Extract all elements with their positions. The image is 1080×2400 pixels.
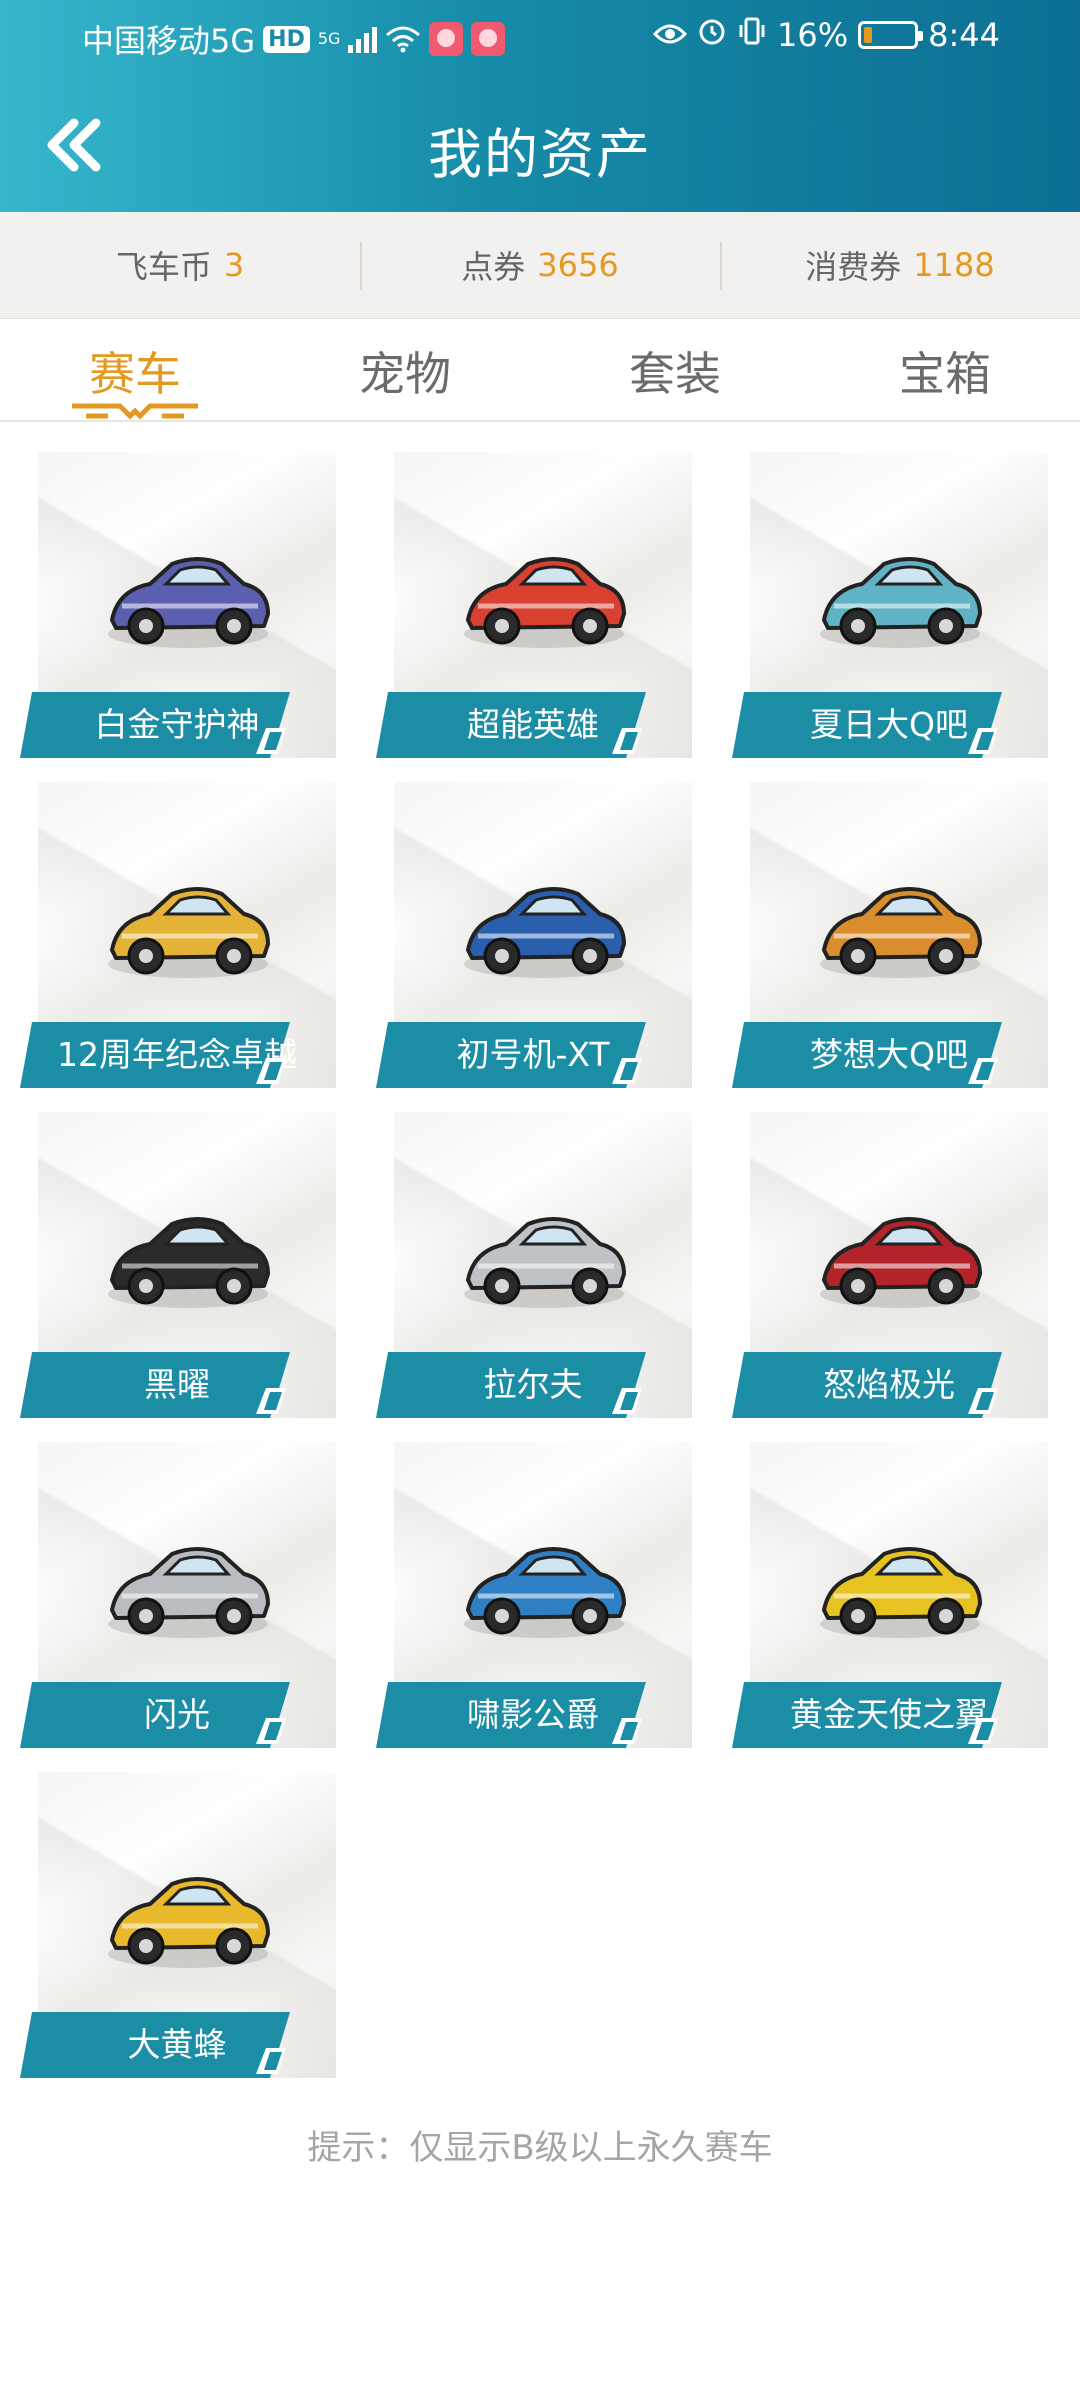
car-card[interactable]: 啸影公爵 (376, 1442, 692, 1752)
currency-feiche-coin: 飞车币 3 (0, 212, 360, 318)
corner-accent-icon (968, 728, 998, 754)
corner-accent-icon (612, 1388, 642, 1414)
hd-badge: HD (263, 25, 310, 53)
currency-value: 3 (223, 246, 245, 284)
hint-text: 提示：仅显示B级以上永久赛车 (307, 2128, 773, 2168)
currency-points: 点券 3656 (360, 212, 720, 318)
corner-accent-icon (256, 728, 286, 754)
car-golden-angel-wing-icon (820, 1547, 982, 1638)
currency-label: 点券 (461, 248, 526, 286)
car-unit01-xt-icon (464, 887, 626, 978)
corner-accent-icon (256, 1388, 286, 1414)
vibrate-icon (737, 16, 767, 54)
car-card[interactable]: 超能英雄 (376, 452, 692, 762)
corner-accent-icon (612, 1718, 642, 1744)
notification-app-icon (429, 22, 464, 56)
corner-accent-icon (612, 1058, 642, 1084)
status-bar: 中国移动5G HD 5G 16% 8:44 (0, 0, 1080, 72)
category-tabs: 赛车 宠物 套装 宝箱 (0, 318, 1080, 422)
status-right: 16% 8:44 (652, 16, 1000, 54)
currency-vouchers: 消费券 1188 (720, 212, 1080, 318)
tab-label: 赛车 (89, 347, 181, 401)
signal-icon (348, 25, 378, 53)
car-card[interactable]: 拉尔夫 (376, 1112, 692, 1422)
corner-accent-icon (612, 728, 642, 754)
car-platinum-guardian-icon (108, 557, 270, 648)
battery-icon (858, 21, 924, 49)
alarm-icon (697, 16, 727, 54)
car-card[interactable]: 初号机-XT (376, 782, 692, 1092)
car-card[interactable]: 白金守护神 (20, 452, 336, 762)
tab-outfits[interactable]: 套装 (540, 318, 810, 420)
corner-accent-icon (256, 1718, 286, 1744)
currency-label: 飞车币 (115, 248, 212, 286)
clock: 8:44 (928, 16, 1000, 54)
tab-pets[interactable]: 宠物 (270, 318, 540, 420)
battery-percent: 16% (777, 16, 849, 54)
car-super-hero-icon (464, 557, 626, 648)
car-ralph-icon (464, 1217, 626, 1308)
app-header: 中国移动5G HD 5G 16% 8:44 我的资产 (0, 0, 1080, 212)
car-card[interactable]: 梦想大Q吧 (732, 782, 1048, 1092)
tab-chests[interactable]: 宝箱 (810, 318, 1080, 420)
car-obsidian-icon (108, 1217, 270, 1308)
status-left: 中国移动5G HD 5G (82, 16, 506, 62)
car-card[interactable]: 12周年纪念卓越 (20, 782, 336, 1092)
car-12th-anniversary-icon (108, 887, 270, 978)
car-summer-q-icon (820, 557, 982, 648)
currency-label: 消费券 (805, 248, 902, 286)
car-flash-icon (108, 1547, 270, 1638)
car-card[interactable]: 大黄蜂 (20, 1772, 336, 2082)
eye-icon (652, 16, 688, 54)
car-card[interactable]: 闪光 (20, 1442, 336, 1752)
tab-cars[interactable]: 赛车 (0, 318, 270, 420)
car-shadow-duke-icon (464, 1547, 626, 1638)
wifi-icon (385, 25, 421, 53)
notification-app-icon-2 (471, 22, 506, 56)
car-card[interactable]: 怒焰极光 (732, 1112, 1048, 1422)
page-title: 我的资产 (428, 123, 652, 186)
car-fury-aurora-icon (820, 1217, 982, 1308)
currency-bar: 飞车币 3 点券 3656 消费券 1188 (0, 212, 1080, 319)
car-card[interactable]: 黄金天使之翼 (732, 1442, 1048, 1752)
corner-accent-icon (968, 1718, 998, 1744)
tab-label: 套装 (629, 347, 721, 401)
carrier-label: 中国移动5G (82, 22, 256, 60)
corner-accent-icon (256, 2048, 286, 2074)
tab-label: 宠物 (359, 347, 451, 401)
active-tab-indicator-icon (72, 403, 198, 420)
network-5g-label: 5G (317, 29, 341, 48)
car-bumblebee-icon (108, 1877, 270, 1968)
car-dream-q-icon (820, 887, 982, 978)
corner-accent-icon (968, 1388, 998, 1414)
car-card[interactable]: 夏日大Q吧 (732, 452, 1048, 762)
corner-accent-icon (256, 1058, 286, 1084)
corner-accent-icon (968, 1058, 998, 1084)
currency-value: 1188 (913, 246, 995, 284)
tab-label: 宝箱 (899, 347, 991, 401)
car-card[interactable]: 黑曜 (20, 1112, 336, 1422)
currency-value: 3656 (537, 246, 619, 284)
